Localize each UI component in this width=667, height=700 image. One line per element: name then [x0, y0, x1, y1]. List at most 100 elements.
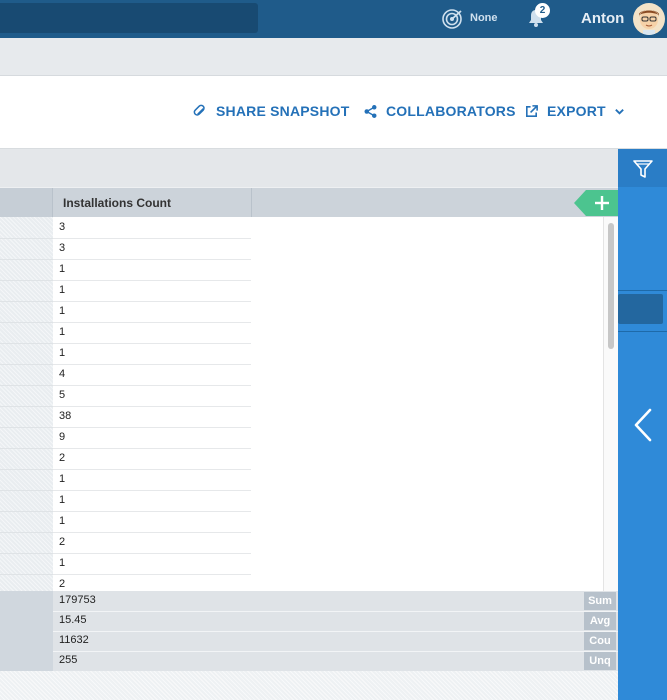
totals-row-unique: 255 Unq — [0, 651, 618, 672]
total-type-tag[interactable]: Avg — [584, 612, 616, 630]
cell-installations-count: 1 — [59, 284, 66, 296]
table-row[interactable]: 2 — [53, 448, 251, 470]
column-header-installations[interactable]: Installations Count — [53, 188, 252, 217]
total-type-tag[interactable]: Sum — [584, 592, 616, 610]
chevron-left-icon[interactable] — [632, 407, 654, 443]
export-button[interactable]: EXPORT — [524, 103, 625, 119]
table-row[interactable]: 1 — [53, 259, 251, 281]
totals-row-sum: 179753 Sum — [0, 591, 618, 612]
cell-installations-count: 1 — [59, 326, 66, 338]
cell-installations-count: 1 — [59, 347, 66, 359]
radar-icon[interactable] — [441, 8, 463, 30]
collaborators-icon — [364, 104, 377, 118]
filter-icon — [633, 160, 653, 178]
top-bar: None 2 Anton — [0, 0, 667, 38]
share-snapshot-button[interactable]: SHARE SNAPSHOT — [193, 103, 349, 119]
column-header-row: Installations Count — [0, 188, 618, 217]
cell-installations-count: 1 — [59, 557, 66, 569]
column-header-blank[interactable] — [0, 188, 53, 217]
table-row[interactable]: 38 — [53, 406, 251, 428]
row-header-divider — [0, 427, 53, 428]
panel-tab[interactable] — [618, 294, 663, 324]
table-row[interactable]: 1 — [53, 490, 251, 512]
row-header-divider — [0, 301, 53, 302]
row-header-divider — [0, 364, 53, 365]
cell-installations-count: 5 — [59, 389, 66, 401]
cell-installations-count: 2 — [59, 536, 66, 548]
panel-divider — [618, 331, 667, 332]
row-header-column — [0, 217, 53, 591]
cell-installations-count: 2 — [59, 578, 66, 590]
table-row[interactable]: 3 — [53, 238, 251, 260]
table-row[interactable]: 1 — [53, 469, 251, 491]
totals-row-header — [0, 591, 53, 611]
row-header-divider — [0, 406, 53, 407]
totals-row-header — [0, 651, 53, 671]
chevron-down-icon[interactable] — [614, 106, 625, 117]
table-row[interactable]: 3 — [53, 217, 251, 239]
row-header-divider — [0, 280, 53, 281]
table-row[interactable]: 1 — [53, 343, 251, 365]
cell-installations-count: 9 — [59, 431, 66, 443]
right-side-panel — [618, 149, 667, 700]
totals-row-count: 11632 Cou — [0, 631, 618, 652]
user-name[interactable]: Anton — [581, 10, 624, 27]
table-row[interactable]: 2 — [53, 532, 251, 554]
totals-row-avg: 15.45 Avg — [0, 611, 618, 632]
table-row[interactable]: 1 — [53, 511, 251, 533]
table-row[interactable]: 1 — [53, 301, 251, 323]
table-row[interactable]: 1 — [53, 322, 251, 344]
row-header-divider — [0, 238, 53, 239]
table-row[interactable]: 4 — [53, 364, 251, 386]
scrollbar-thumb[interactable] — [608, 223, 614, 349]
cell-installations-count: 1 — [59, 263, 66, 275]
total-value: 179753 — [59, 594, 96, 606]
row-header-divider — [0, 553, 53, 554]
add-column-button[interactable] — [574, 190, 618, 216]
avatar-face-icon — [639, 10, 659, 35]
cell-installations-count: 1 — [59, 515, 66, 527]
row-header-divider — [0, 385, 53, 386]
cell-installations-count: 2 — [59, 452, 66, 464]
grid-toolbar — [0, 149, 618, 187]
total-value: 11632 — [59, 634, 89, 646]
total-type-tag[interactable]: Unq — [584, 652, 616, 670]
row-header-divider — [0, 322, 53, 323]
data-grid: 3 3 1 1 1 1 1 4 5 38 9 2 1 1 1 2 1 2 — [0, 217, 618, 591]
table-row[interactable]: 2 — [53, 574, 251, 591]
totals-row-header — [0, 611, 53, 631]
export-label: EXPORT — [547, 103, 606, 119]
vertical-scrollbar[interactable] — [603, 217, 619, 591]
table-row[interactable]: 1 — [53, 553, 251, 575]
cell-installations-count: 3 — [59, 242, 66, 254]
export-icon — [526, 104, 538, 117]
total-type-tag[interactable]: Cou — [584, 632, 616, 650]
panel-divider — [618, 290, 667, 291]
row-header-divider — [0, 532, 53, 533]
collaborators-button[interactable]: COLLABORATORS — [363, 103, 516, 119]
action-bar: SHARE SNAPSHOT COLLABORATORS EXPORT — [0, 76, 667, 149]
cell-installations-count: 3 — [59, 221, 66, 233]
search-input[interactable] — [0, 3, 258, 33]
cell-installations-count: 1 — [59, 305, 66, 317]
cell-installations-count: 1 — [59, 473, 66, 485]
total-value: 255 — [59, 654, 78, 666]
share-icon — [193, 104, 205, 116]
avatar[interactable] — [633, 3, 665, 35]
sub-toolbar — [0, 38, 667, 76]
cell-installations-count: 1 — [59, 494, 66, 506]
row-header-divider — [0, 490, 53, 491]
row-header-divider — [0, 511, 53, 512]
filter-button[interactable] — [618, 149, 667, 187]
cell-installations-count: 38 — [59, 410, 72, 422]
table-row[interactable]: 9 — [53, 427, 251, 449]
totals-row-header — [0, 631, 53, 651]
table-row[interactable]: 1 — [53, 280, 251, 302]
total-value: 15.45 — [59, 614, 87, 626]
table-row[interactable]: 5 — [53, 385, 251, 407]
notification-badge: 2 — [535, 3, 550, 18]
radar-status-label: None — [470, 12, 498, 24]
footer-area — [0, 671, 618, 700]
row-header-divider — [0, 469, 53, 470]
totals-panel: 179753 Sum 15.45 Avg 11632 Cou 255 Unq — [0, 591, 618, 672]
